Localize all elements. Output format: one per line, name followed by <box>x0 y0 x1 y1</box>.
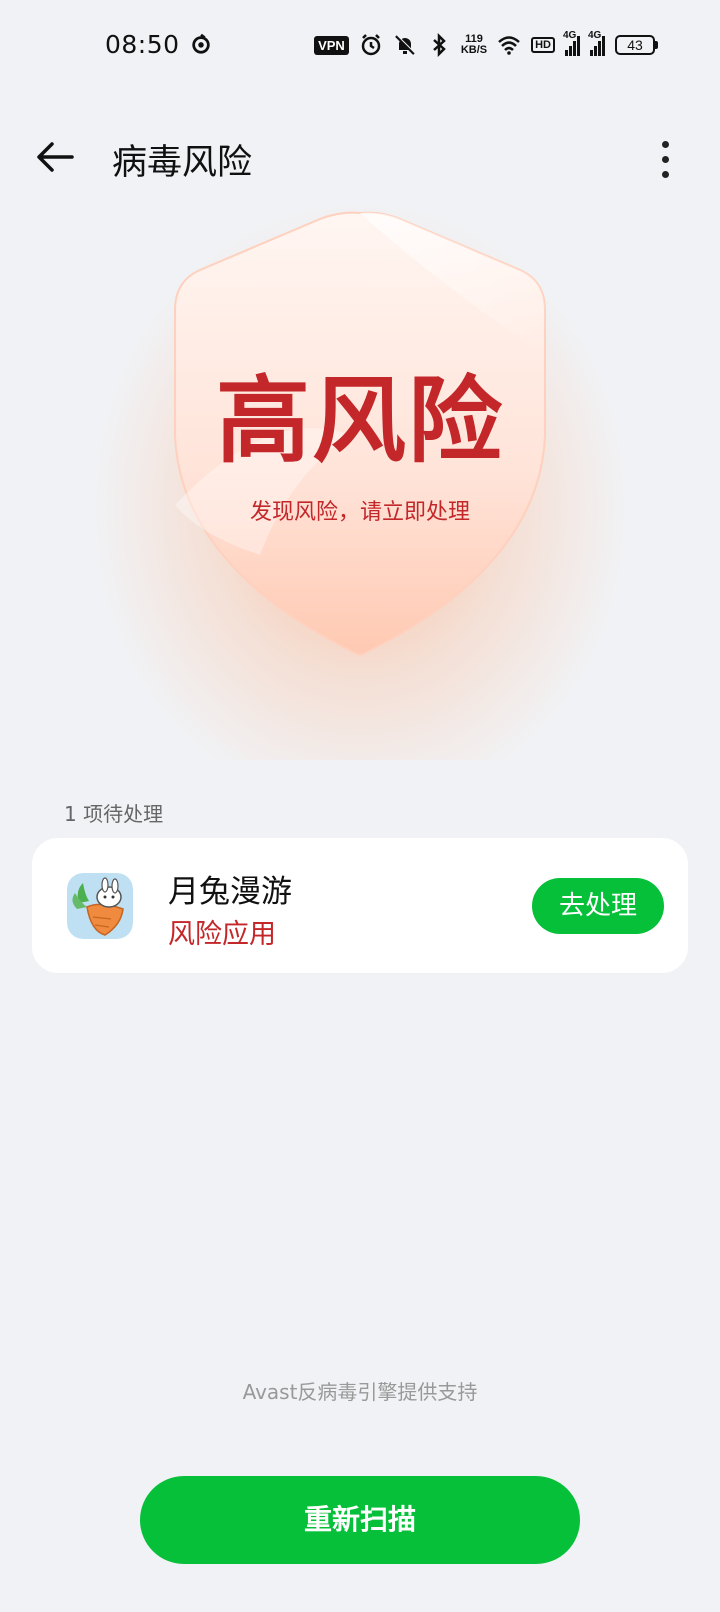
alarm-icon <box>361 34 381 56</box>
mute-bell-icon <box>394 34 416 55</box>
signal-icon-1: 4G <box>563 30 580 56</box>
handle-button[interactable]: 去处理 <box>532 878 664 934</box>
risk-level-title: 高风险 <box>215 367 504 476</box>
risk-app-card: 月兔漫游 风险应用 去处理 <box>32 838 688 973</box>
app-name: 月兔漫游 <box>168 874 292 910</box>
more-options-icon[interactable] <box>650 134 680 184</box>
app-header: 病毒风险 <box>0 110 720 200</box>
screen: 08:50 VPN 119 KB/S HD 4G 4G 43 病毒风险 高风险 … <box>0 0 720 1612</box>
network-speed: 119 KB/S <box>460 33 488 56</box>
status-time: 08:50 <box>105 30 180 59</box>
pending-count-label: 1 项待处理 <box>64 802 164 826</box>
engine-credit: Avast反病毒引擎提供支持 <box>242 1380 478 1404</box>
risk-level-subtitle: 发现风险，请立即处理 <box>249 500 470 525</box>
status-icons: VPN 119 KB/S HD 4G 4G 43 <box>314 30 658 60</box>
battery-icon: 43 <box>615 35 658 55</box>
status-bar: 08:50 VPN 119 KB/S HD 4G 4G 43 <box>0 0 720 92</box>
signal-icon-2: 4G <box>588 30 605 56</box>
vpn-icon: VPN <box>314 35 349 55</box>
back-arrow-icon[interactable] <box>30 132 80 182</box>
hd-voice-icon: HD <box>531 37 555 53</box>
rescan-button[interactable]: 重新扫描 <box>140 1476 580 1564</box>
netease-music-icon <box>192 33 210 54</box>
battery-level: 43 <box>615 35 655 55</box>
app-risk-status: 风险应用 <box>168 919 276 950</box>
app-icon-yuetu <box>67 873 133 939</box>
bluetooth-icon <box>432 33 446 57</box>
wifi-icon <box>498 36 520 55</box>
page-title: 病毒风险 <box>112 143 253 183</box>
